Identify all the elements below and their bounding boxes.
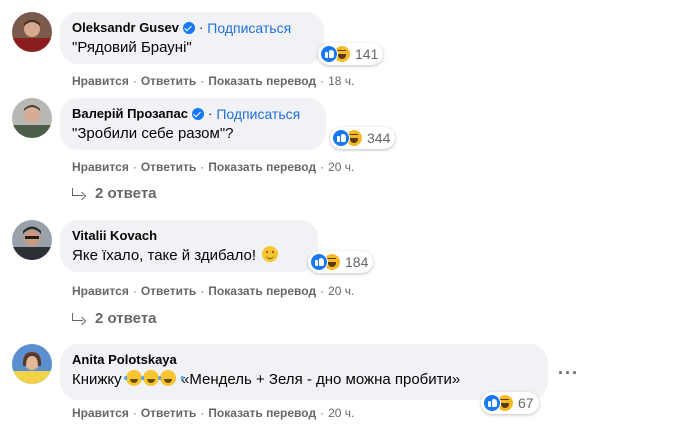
comment-text: "Рядовий Брауні" [72, 39, 192, 56]
separator: · [320, 160, 325, 174]
like-reaction-icon [332, 129, 350, 147]
comment-actions: Нравится · Ответить · Показать перевод · 20 ч. [72, 159, 354, 175]
like-button[interactable]: Нравится [72, 406, 129, 420]
comment-text-content: Яке їхало, таке й здибало! [72, 247, 257, 264]
comment-text-quote: «Мендель + Зеля - дно можна пробити» [181, 371, 461, 388]
reaction-summary[interactable]: 344 [330, 127, 396, 149]
like-button[interactable]: Нравится [72, 160, 129, 174]
reaction-summary[interactable]: 67 [481, 392, 539, 414]
reaction-summary[interactable]: 184 [308, 251, 374, 273]
avatar-photo-icon [12, 220, 52, 260]
separator: · [207, 106, 213, 121]
follow-link[interactable]: Подписаться [216, 106, 300, 122]
comment-text: Книжку «Мендель + Зеля - дно можна проби… [72, 370, 536, 390]
separator: · [320, 406, 325, 420]
comment-text: Яке їхало, таке й здибало! [72, 246, 306, 266]
like-button[interactable]: Нравится [72, 74, 129, 88]
reaction-count: 344 [367, 130, 391, 146]
reply-button[interactable]: Ответить [141, 284, 196, 298]
avatar-photo-icon [12, 12, 52, 52]
separator: · [198, 20, 204, 35]
like-reaction-icon [310, 253, 328, 271]
separator: · [132, 406, 137, 420]
comment-bubble: Vitalii Kovach Яке їхало, таке й здибало… [60, 220, 318, 272]
comment-author[interactable]: Валерій Прозапас [72, 106, 188, 122]
separator: · [200, 284, 205, 298]
separator: · [200, 406, 205, 420]
reaction-summary[interactable]: 141 [318, 43, 384, 65]
comment-timestamp[interactable]: 20 ч. [328, 284, 354, 298]
replies-count-label: 2 ответа [95, 310, 157, 327]
like-button[interactable]: Нравится [72, 284, 129, 298]
avatar[interactable] [12, 220, 52, 260]
comment-author[interactable]: Oleksandr Gusev [72, 20, 179, 36]
avatar[interactable] [12, 12, 52, 52]
separator: · [132, 160, 137, 174]
comment-author[interactable]: Vitalii Kovach [72, 228, 157, 244]
comment-timestamp[interactable]: 18 ч. [328, 74, 354, 88]
avatar-photo-icon [12, 98, 52, 138]
avatar[interactable] [12, 344, 52, 384]
verified-badge-icon [182, 22, 195, 34]
reaction-count: 184 [345, 254, 369, 270]
avatar[interactable] [12, 98, 52, 138]
reply-button[interactable]: Ответить [141, 160, 196, 174]
like-reaction-icon [483, 394, 501, 412]
verified-badge-icon [191, 108, 204, 120]
view-replies-link[interactable]: 2 ответа [72, 310, 157, 327]
tears-of-joy-emoji-icon [124, 370, 151, 386]
view-replies-link[interactable]: 2 ответа [72, 185, 157, 202]
tears-of-joy-emoji-icon [158, 370, 185, 386]
more-options-icon[interactable]: ··· [558, 364, 579, 382]
reply-button[interactable]: Ответить [141, 406, 196, 420]
like-reaction-icon [320, 45, 338, 63]
comment-bubble: Oleksandr Gusev · Подписаться "Рядовий Б… [60, 12, 324, 64]
separator: · [320, 284, 325, 298]
comment-actions: Нравится · Ответить · Показать перевод · 20 ч. [72, 283, 354, 299]
show-translation-button[interactable]: Показать перевод [208, 406, 316, 420]
comment-text: "Зробили себе разом"? [72, 125, 234, 142]
show-translation-button[interactable]: Показать перевод [208, 74, 316, 88]
comment-text-content: Книжку [72, 371, 122, 388]
separator: · [200, 160, 205, 174]
separator: · [320, 74, 325, 88]
comment-bubble: Anita Polotskaya Книжку «Мендель + Зеля … [60, 344, 548, 400]
comment-actions: Нравится · Ответить · Показать перевод · 20 ч. [72, 405, 354, 421]
reply-arrow-icon [72, 312, 83, 321]
show-translation-button[interactable]: Показать перевод [208, 160, 316, 174]
reaction-count: 67 [518, 395, 534, 411]
separator: · [200, 74, 205, 88]
comment-author[interactable]: Anita Polotskaya [72, 352, 177, 368]
show-translation-button[interactable]: Показать перевод [208, 284, 316, 298]
comment-timestamp[interactable]: 20 ч. [328, 406, 354, 420]
avatar-photo-icon [12, 344, 52, 384]
comment-bubble: Валерій Прозапас · Подписаться "Зробили … [60, 98, 326, 150]
comment-timestamp[interactable]: 20 ч. [328, 160, 354, 174]
follow-link[interactable]: Подписаться [207, 20, 291, 36]
separator: · [132, 284, 137, 298]
smile-emoji-icon [262, 246, 279, 262]
reaction-count: 141 [355, 46, 379, 62]
tears-of-joy-emoji-icon [141, 370, 168, 386]
comment-actions: Нравится · Ответить · Показать перевод · 18 ч. [72, 73, 354, 89]
replies-count-label: 2 ответа [95, 185, 157, 202]
reply-arrow-icon [72, 187, 83, 196]
reply-button[interactable]: Ответить [141, 74, 196, 88]
separator: · [132, 74, 137, 88]
